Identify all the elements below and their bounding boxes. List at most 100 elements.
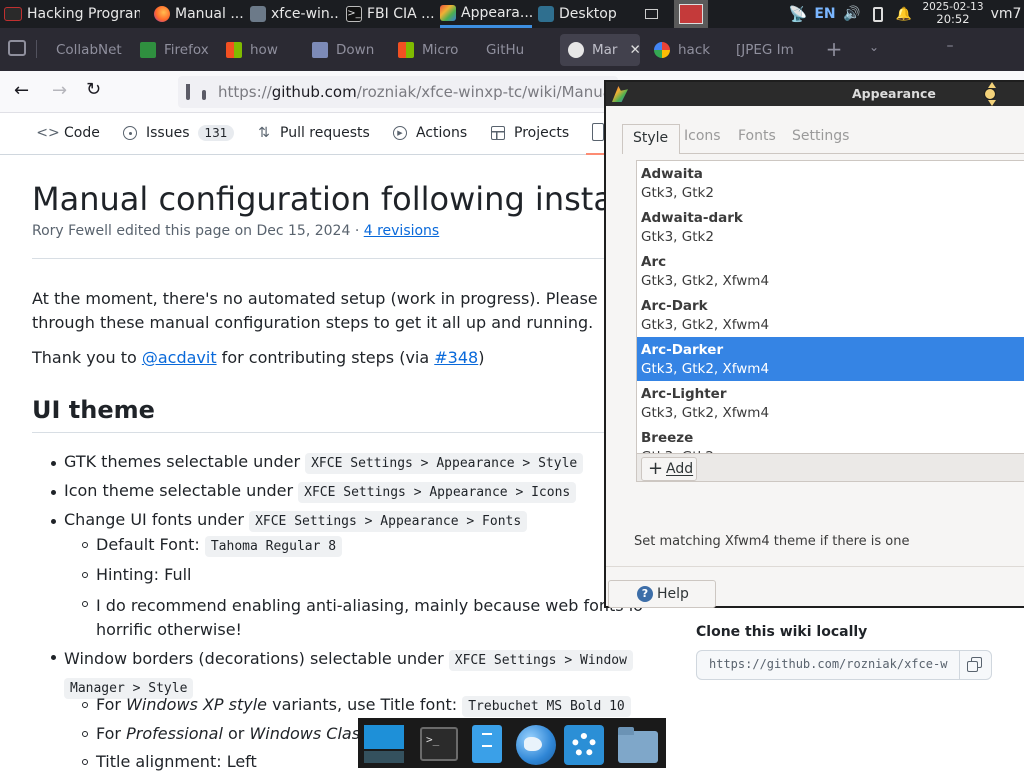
tab-projects[interactable]: Projects [490,113,569,153]
tab-jpeg[interactable]: [JPEG Im [728,34,816,66]
tab-list-chevron-icon[interactable]: ⌄ [864,40,884,58]
page-icon [312,42,328,58]
task-hacking-programs[interactable]: Hacking Programs [4,0,140,28]
volume-icon[interactable]: 🔊 [842,0,862,28]
theme-row[interactable]: Adwaita Gtk3, Gtk2 [637,161,1024,205]
terminal-icon[interactable]: >_ [418,723,460,765]
dialog-titlebar[interactable]: Appearance [606,82,1024,106]
intro-line: At the moment, there's no automated setu… [32,289,642,308]
task-label: FBI CIA ... [367,6,434,22]
revisions-link[interactable]: 4 revisions [364,223,440,239]
sub-bullet [82,572,88,578]
battery-icon[interactable] [868,0,888,28]
url-path: /rozniak/xfce-winxp-tc/wiki/Manual-co [356,83,618,101]
thanks-text: for contributing steps (via [216,348,435,367]
tab-down[interactable]: Down [304,34,384,66]
theme-list[interactable]: Adwaita Gtk3, Gtk2 Adwaita-dark Gtk3, Gtk2… [636,160,1024,482]
tab-firefox[interactable]: Firefox [132,34,214,66]
reload-icon[interactable]: ↻ [86,80,106,100]
thanks-text: ) [478,348,485,367]
theme-row[interactable]: Arc Gtk3, Gtk2, Xfwm4 [637,249,1024,293]
task-label: Desktop [559,6,617,22]
file-manager-icon[interactable] [466,723,508,765]
show-desktop-icon[interactable] [362,723,404,765]
sub-bullet [82,731,88,737]
url-input[interactable]: https://github.com/rozniak/xfce-winxp-tc… [178,76,618,108]
firefox-view-icon[interactable] [8,40,26,56]
tab-fonts[interactable]: Fonts [738,128,776,144]
firefox-icon [140,42,156,58]
list-item: Window borders (decorations) selectable … [64,646,633,702]
tab-pull-requests[interactable]: ⇅ Pull requests [256,113,370,153]
play-icon: ▶ [392,125,408,141]
workspace-switcher[interactable] [642,0,660,28]
tab-how[interactable]: how [218,34,298,66]
tab-actions[interactable]: ▶ Actions [392,113,467,153]
top-panel: Hacking Programs Manual ... xfce-win... … [0,0,1024,28]
task-firefox[interactable]: Manual ... [154,0,244,28]
close-tab-icon[interactable]: ✕ [629,42,640,58]
tab-github[interactable]: GitHu [478,34,558,66]
list-item: Change UI fonts under XFCE Settings > Ap… [64,510,528,532]
network-icon[interactable]: 📡 [786,0,810,28]
tab-manual-active[interactable]: Mar ✕ [560,34,640,66]
tab-hack[interactable]: hack [646,34,726,66]
tab-label: hack [678,42,711,58]
user-mention-link[interactable]: @acdavit [142,348,217,367]
tab-settings[interactable]: Settings [792,128,849,144]
tab-code[interactable]: <> Code [36,113,100,153]
sub-bullet [82,601,88,607]
section-heading: UI theme [32,396,155,424]
copy-icon[interactable] [967,657,983,673]
task-file-manager[interactable]: xfce-win... [250,0,338,28]
forward-arrow-icon[interactable]: → [52,81,72,101]
minimize-icon[interactable]: – [940,38,960,58]
theme-name: Breeze [641,430,694,446]
theme-row[interactable]: Arc-Dark Gtk3, Gtk2, Xfwm4 [637,293,1024,337]
theme-row-selected[interactable]: Arc-Darker Gtk3, Gtk2, Xfwm4 [637,337,1024,381]
sub-bullet [82,542,88,548]
tracking-shield-icon[interactable] [186,84,190,100]
notification-bell-icon[interactable]: 🔔 [894,0,914,28]
new-tab-icon[interactable]: + [824,38,844,60]
list-item-text: horrific otherwise! [96,620,242,639]
settings-icon[interactable] [562,723,604,765]
tab-label: Code [64,125,100,141]
active-tab-underline [586,153,606,155]
list-item: Title alignment: Left [96,752,257,771]
clock[interactable]: 2025-02-13 20:52 [922,1,984,25]
task-appearance[interactable]: Appeara... [440,0,532,28]
tab-issues[interactable]: Issues 131 [122,113,235,153]
bullet [51,490,56,495]
clone-url-input[interactable]: https://github.com/rozniak/xfce-w [709,657,955,671]
pull-request-link[interactable]: #348 [434,348,478,367]
back-arrow-icon[interactable]: ← [14,81,34,101]
user-menu[interactable]: vm7 [990,0,1022,28]
add-theme-button[interactable]: + Add [641,457,697,481]
window-thumbnail[interactable] [674,0,708,28]
terminal-icon: >_ [346,6,362,22]
folder-icon[interactable] [616,723,658,765]
section-divider [32,432,652,433]
lock-icon[interactable] [202,89,206,100]
task-terminal[interactable]: >_ FBI CIA ... [346,0,434,28]
tab-style[interactable]: Style [622,124,680,154]
desktop-icon [538,6,554,22]
tab-icons[interactable]: Icons [684,128,721,144]
tab-micro[interactable]: Micro [390,34,472,66]
tab-label: Firefox [164,42,209,58]
help-button[interactable]: ? Help [608,580,716,608]
task-label: xfce-win... [271,6,338,22]
folder-icon [250,6,266,22]
theme-name: Adwaita-dark [641,210,743,226]
task-desktop[interactable]: Desktop [538,0,624,28]
tab-collabnet[interactable]: CollabNet [48,34,132,66]
tab-label: Actions [416,125,468,141]
keyboard-layout-indicator[interactable]: EN [812,0,838,28]
theme-row[interactable]: Arc-Lighter Gtk3, Gtk2, Xfwm4 [637,381,1024,425]
wiki-book-icon[interactable] [592,123,604,141]
theme-row[interactable]: Adwaita-dark Gtk3, Gtk2 [637,205,1024,249]
help-label: Help [657,586,689,602]
tab-label: Issues [146,125,190,141]
web-browser-icon[interactable] [514,723,556,765]
